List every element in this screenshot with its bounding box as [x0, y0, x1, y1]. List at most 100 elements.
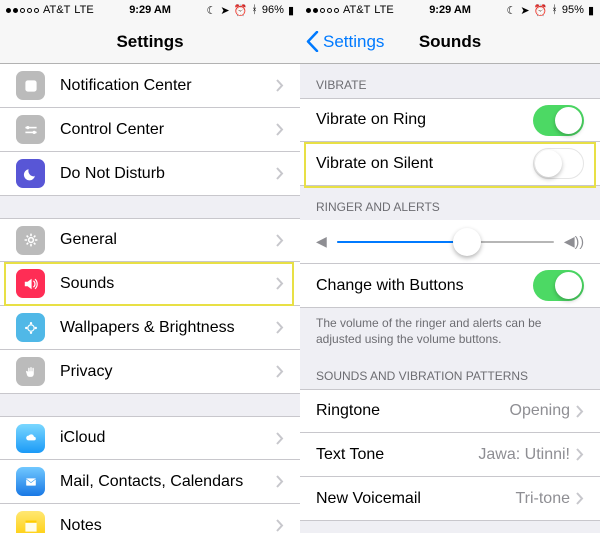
chevron-right-icon — [576, 492, 584, 505]
location-arrow-icon: ➤ — [220, 4, 229, 17]
section-vibrate: VIBRATE — [300, 64, 600, 98]
row-vibrate-ring[interactable]: Vibrate on Ring — [300, 98, 600, 142]
speaker-icon — [16, 269, 45, 298]
row-vibrate-silent[interactable]: Vibrate on Silent — [300, 142, 600, 186]
volume-slider[interactable] — [337, 241, 554, 243]
row-label: iCloud — [60, 429, 276, 447]
chevron-right-icon — [276, 234, 284, 247]
settings-screen: AT&T LTE 9:29 AM ☾ ➤ ⏰ ᚼ 96% ▮ Settings … — [0, 0, 300, 533]
volume-high-icon: ◀)) — [564, 233, 584, 250]
row-mail[interactable]: Mail, Contacts, Calendars — [0, 460, 300, 504]
row-wallpapers[interactable]: Wallpapers & Brightness — [0, 306, 300, 350]
row-general[interactable]: General — [0, 218, 300, 262]
dnd-moon-icon: ☾ — [507, 4, 517, 17]
row-volume-slider[interactable]: ◀ ◀)) — [300, 220, 600, 264]
chevron-right-icon — [576, 448, 584, 461]
dnd-moon-icon: ☾ — [207, 4, 217, 17]
cloud-icon — [16, 424, 45, 453]
battery-icon: ▮ — [588, 4, 594, 17]
envelope-icon — [16, 467, 45, 496]
control-center-icon — [16, 115, 45, 144]
row-label: Notification Center — [60, 77, 276, 95]
carrier-label: AT&T — [343, 4, 370, 16]
chevron-right-icon — [276, 365, 284, 378]
row-label: Privacy — [60, 363, 276, 381]
page-title: Settings — [116, 32, 183, 52]
chevron-right-icon — [276, 79, 284, 92]
signal-dots-icon — [6, 8, 39, 13]
row-ringtone[interactable]: Ringtone Opening — [300, 389, 600, 433]
chevron-right-icon — [576, 405, 584, 418]
row-label: Wallpapers & Brightness — [60, 319, 276, 337]
sounds-list[interactable]: VIBRATE Vibrate on Ring Vibrate on Silen… — [300, 64, 600, 533]
alarm-clock-icon: ⏰ — [534, 4, 548, 17]
toggle-change-buttons[interactable] — [533, 270, 584, 301]
row-label: Notes — [60, 517, 276, 533]
toggle-vibrate-ring[interactable] — [533, 105, 584, 136]
status-bar: AT&T LTE 9:29 AM ☾ ➤ ⏰ ᚼ 95% ▮ — [300, 0, 600, 20]
chevron-right-icon — [276, 167, 284, 180]
row-label: New Voicemail — [316, 490, 515, 508]
row-label: General — [60, 231, 276, 249]
row-value: Opening — [510, 402, 571, 420]
volume-low-icon: ◀ — [316, 233, 327, 250]
gear-icon — [16, 226, 45, 255]
row-new-voicemail[interactable]: New Voicemail Tri-tone — [300, 477, 600, 521]
row-notification-center[interactable]: Notification Center — [0, 64, 300, 108]
row-notes[interactable]: Notes — [0, 504, 300, 533]
row-label: Text Tone — [316, 446, 478, 464]
battery-pct: 95% — [562, 4, 584, 16]
section-patterns: SOUNDS AND VIBRATION PATTERNS — [300, 355, 600, 389]
settings-list[interactable]: Notification Center Control Center Do No… — [0, 64, 300, 533]
bluetooth-icon: ᚼ — [551, 4, 558, 16]
notification-center-icon — [16, 71, 45, 100]
nav-bar: Settings Sounds — [300, 20, 600, 64]
back-button[interactable]: Settings — [306, 31, 384, 52]
row-label: Vibrate on Silent — [316, 155, 533, 173]
chevron-right-icon — [276, 519, 284, 532]
location-arrow-icon: ➤ — [520, 4, 529, 17]
row-control-center[interactable]: Control Center — [0, 108, 300, 152]
sounds-screen: AT&T LTE 9:29 AM ☾ ➤ ⏰ ᚼ 95% ▮ Settings … — [300, 0, 600, 533]
row-label: Vibrate on Ring — [316, 111, 533, 129]
row-label: Mail, Contacts, Calendars — [60, 473, 276, 491]
chevron-right-icon — [276, 277, 284, 290]
row-icloud[interactable]: iCloud — [0, 416, 300, 460]
bluetooth-icon: ᚼ — [251, 4, 258, 16]
network-label: LTE — [374, 4, 393, 16]
battery-icon: ▮ — [288, 4, 294, 17]
carrier-label: AT&T — [43, 4, 70, 16]
row-label: Sounds — [60, 275, 276, 293]
row-change-buttons[interactable]: Change with Buttons — [300, 264, 600, 308]
battery-pct: 96% — [262, 4, 284, 16]
clock-label: 9:29 AM — [129, 4, 171, 16]
row-value: Tri-tone — [515, 490, 570, 508]
toggle-vibrate-silent[interactable] — [533, 148, 584, 179]
signal-dots-icon — [306, 8, 339, 13]
page-title: Sounds — [419, 32, 481, 52]
status-bar: AT&T LTE 9:29 AM ☾ ➤ ⏰ ᚼ 96% ▮ — [0, 0, 300, 20]
row-value: Jawa: Utinni! — [478, 446, 570, 464]
notes-icon — [16, 511, 45, 533]
row-label: Ringtone — [316, 402, 510, 420]
chevron-right-icon — [276, 475, 284, 488]
chevron-right-icon — [276, 123, 284, 136]
row-label: Change with Buttons — [316, 277, 533, 295]
section-ringer: RINGER AND ALERTS — [300, 186, 600, 220]
row-label: Control Center — [60, 121, 276, 139]
back-label: Settings — [323, 32, 384, 52]
row-do-not-disturb[interactable]: Do Not Disturb — [0, 152, 300, 196]
row-label: Do Not Disturb — [60, 165, 276, 183]
hand-icon — [16, 357, 45, 386]
chevron-right-icon — [276, 321, 284, 334]
alarm-clock-icon: ⏰ — [234, 4, 248, 17]
moon-icon — [16, 159, 45, 188]
wallpaper-icon — [16, 313, 45, 342]
chevron-right-icon — [276, 432, 284, 445]
network-label: LTE — [74, 4, 93, 16]
row-privacy[interactable]: Privacy — [0, 350, 300, 394]
row-sounds[interactable]: Sounds — [0, 262, 300, 306]
ringer-footer: The volume of the ringer and alerts can … — [300, 308, 600, 355]
row-text-tone[interactable]: Text Tone Jawa: Utinni! — [300, 433, 600, 477]
clock-label: 9:29 AM — [429, 4, 471, 16]
